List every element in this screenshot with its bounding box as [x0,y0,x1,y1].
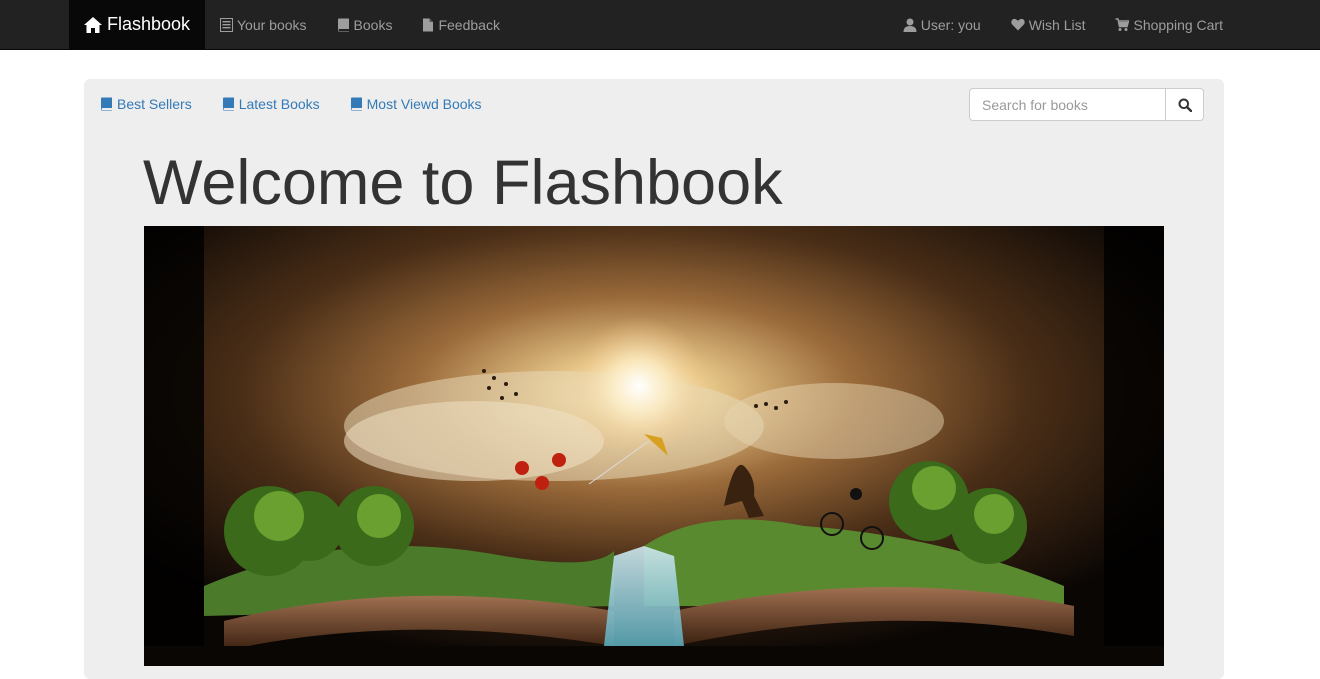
book-icon [350,97,363,111]
list-icon [220,17,233,32]
link-best-sellers[interactable]: Best Sellers [100,94,192,114]
nav-books[interactable]: Books [322,0,408,49]
nav-your-books-label: Your books [237,16,307,33]
page-title: Welcome to Flashbook [143,148,783,218]
nav-wish-list[interactable]: Wish List [996,0,1101,49]
link-most-viewed-books[interactable]: Most Viewd Books [350,94,482,114]
nav-user[interactable]: User: you [888,0,996,49]
nav-user-label: User: you [920,16,981,33]
heart-icon [1010,18,1025,31]
nav-books-label: Books [353,16,393,33]
search-form [969,88,1204,121]
brand-label: Flashbook [107,14,191,34]
top-navbar: Flashbook Your books Books Feedback User… [0,0,1320,50]
link-latest-books[interactable]: Latest Books [222,94,320,114]
file-icon [422,18,434,32]
search-icon [1178,98,1192,112]
link-latest-books-label: Latest Books [238,96,320,112]
hero-image [144,226,1164,666]
user-icon [903,18,917,32]
cart-icon [1115,17,1130,32]
nav-shopping-cart[interactable]: Shopping Cart [1100,0,1238,49]
welcome-panel: Best Sellers Latest Books Most Viewd Boo… [84,79,1224,679]
search-input[interactable] [969,88,1165,121]
nav-shopping-cart-label: Shopping Cart [1133,16,1223,33]
nav-feedback-label: Feedback [438,16,500,33]
nav-wish-list-label: Wish List [1028,16,1086,33]
brand-link[interactable]: Flashbook [69,0,205,49]
link-most-viewed-books-label: Most Viewd Books [366,96,482,112]
book-icon [337,18,350,32]
search-button[interactable] [1165,88,1204,121]
home-icon [83,16,103,34]
book-icon [222,97,235,111]
nav-your-books[interactable]: Your books [205,0,322,49]
subnav: Best Sellers Latest Books Most Viewd Boo… [100,94,512,114]
book-icon [100,97,113,111]
link-best-sellers-label: Best Sellers [117,96,192,112]
nav-feedback[interactable]: Feedback [407,0,514,49]
